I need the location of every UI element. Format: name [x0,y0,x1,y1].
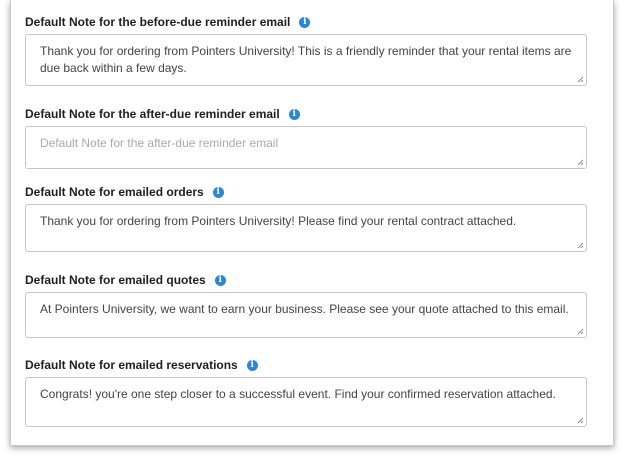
emailed-quotes-note-label-row: Default Note for emailed quotes i [25,272,587,288]
emailed-orders-note-label: Default Note for emailed orders [25,185,204,199]
resize-handle-icon[interactable] [577,242,584,249]
after-due-note-field: Default Note for the after-due reminder … [25,106,587,169]
resize-handle-icon[interactable] [577,159,584,166]
after-due-note-label-row: Default Note for the after-due reminder … [25,106,587,122]
emailed-quotes-note-field: Default Note for emailed quotes i At Poi… [25,272,587,338]
info-icon[interactable]: i [288,108,300,120]
info-icon[interactable]: i [214,274,226,286]
default-notes-panel: Default Note for the before-due reminder… [10,0,614,446]
emailed-quotes-note-label: Default Note for emailed quotes [25,273,206,287]
emailed-reservations-note-field: Default Note for emailed reservations i … [25,357,587,427]
emailed-reservations-note-label-row: Default Note for emailed reservations i [25,357,587,373]
after-due-note-label: Default Note for the after-due reminder … [25,107,280,121]
info-icon[interactable]: i [212,186,224,198]
before-due-note-label: Default Note for the before-due reminder… [25,15,291,29]
emailed-orders-note-label-row: Default Note for emailed orders i [25,184,587,200]
before-due-note-text: Thank you for ordering from Pointers Uni… [40,44,572,75]
info-icon[interactable]: i [299,16,311,28]
info-icon[interactable]: i [246,359,258,371]
emailed-orders-note-textarea[interactable]: Thank you for ordering from Pointers Uni… [25,204,587,252]
before-due-note-textarea[interactable]: Thank you for ordering from Pointers Uni… [25,34,587,86]
after-due-note-placeholder: Default Note for the after-due reminder … [40,136,279,150]
resize-handle-icon[interactable] [577,76,584,83]
emailed-quotes-note-text: At Pointers University, we want to earn … [40,302,569,316]
emailed-orders-note-field: Default Note for emailed orders i Thank … [25,184,587,252]
resize-handle-icon[interactable] [577,328,584,335]
emailed-quotes-note-textarea[interactable]: At Pointers University, we want to earn … [25,292,587,338]
before-due-note-label-row: Default Note for the before-due reminder… [25,14,587,30]
emailed-reservations-note-text: Congrats! you're one step closer to a su… [40,387,556,401]
resize-handle-icon[interactable] [577,417,584,424]
emailed-reservations-note-label: Default Note for emailed reservations [25,358,238,372]
emailed-orders-note-text: Thank you for ordering from Pointers Uni… [40,214,517,228]
emailed-reservations-note-textarea[interactable]: Congrats! you're one step closer to a su… [25,377,587,427]
before-due-note-field: Default Note for the before-due reminder… [25,14,587,86]
after-due-note-textarea[interactable]: Default Note for the after-due reminder … [25,126,587,169]
